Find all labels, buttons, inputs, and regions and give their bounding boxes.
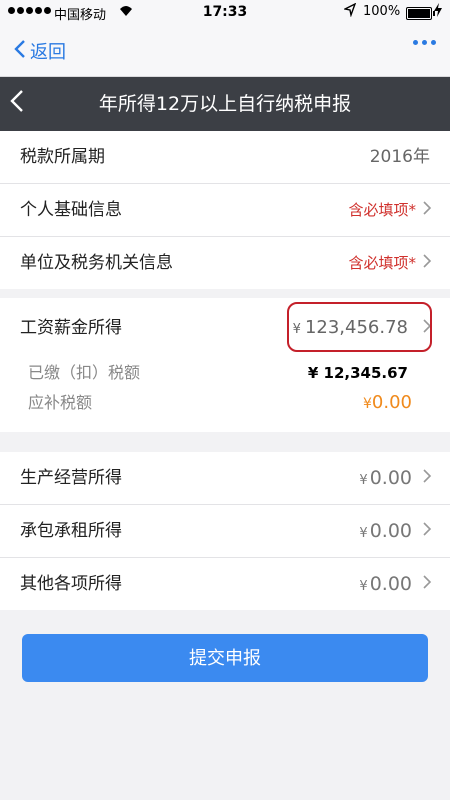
currency-symbol: ¥ (363, 396, 372, 412)
submit-declaration-button[interactable]: 提交申报 (22, 634, 428, 682)
chevron-left-icon (14, 39, 26, 63)
dot-icon (413, 40, 418, 45)
dot-icon (422, 40, 427, 45)
battery-icon (406, 7, 435, 20)
business-income-row[interactable]: 生产经营所得 ¥0.00 (0, 452, 450, 505)
tax-period-row[interactable]: 税款所属期 2016年 (0, 131, 450, 184)
row-label: 已缴（扣）税额 (28, 363, 141, 382)
highlight-annotation (287, 302, 432, 352)
row-label: 其他各项所得 (20, 574, 122, 594)
declaration-info-group: 税款所属期 2016年 个人基础信息 含必填项* 单位及税务机关信息 含必填项* (0, 131, 450, 289)
salary-income-group: 工资薪金所得 ¥123,456.78 已缴（扣）税额 ¥ 12,345.67 应… (0, 298, 450, 432)
chevron-right-icon (423, 452, 432, 504)
required-badge: 含必填项* (348, 201, 416, 219)
other-income-group: 生产经营所得 ¥0.00 承包承租所得 ¥0.00 其他各项所得 ¥0.00 (0, 452, 450, 610)
status-bar: 中国移动 17:33 100% (0, 0, 450, 26)
income-amount-value: 0.00 (369, 573, 412, 595)
tax-paid-row: 已缴（扣）税额 ¥ 12,345.67 (0, 358, 450, 388)
required-badge: 含必填项* (348, 254, 416, 272)
header-back-icon[interactable] (10, 89, 24, 118)
salary-income-row[interactable]: 工资薪金所得 ¥123,456.78 (0, 298, 450, 358)
row-label: 个人基础信息 (20, 200, 122, 220)
income-amount-value: 0.00 (369, 520, 412, 542)
chevron-right-icon (423, 505, 432, 557)
tax-due-amount: ¥0.00 (363, 388, 412, 419)
row-label: 税款所属期 (20, 147, 105, 167)
currency-symbol: ¥ (359, 473, 368, 488)
tax-due-row: 应补税额 ¥0.00 (0, 388, 450, 432)
currency-symbol: ¥ (359, 579, 368, 594)
dot-icon (431, 40, 436, 45)
tax-due-value: 0.00 (371, 392, 412, 413)
row-label: 承包承租所得 (20, 521, 122, 541)
chevron-right-icon (423, 558, 432, 610)
charging-icon (434, 3, 442, 21)
other-income-row[interactable]: 其他各项所得 ¥0.00 (0, 558, 450, 610)
chevron-right-icon (423, 237, 432, 289)
row-label: 应补税额 (28, 393, 93, 412)
tax-period-value: 2016年 (369, 147, 430, 167)
location-icon (342, 2, 357, 21)
currency-symbol: ¥ (359, 526, 368, 541)
personal-info-row[interactable]: 个人基础信息 含必填项* (0, 184, 450, 237)
row-label: 工资薪金所得 (20, 318, 122, 338)
tax-paid-amount: ¥ 12,345.67 (307, 364, 408, 382)
back-button[interactable]: 返回 (14, 38, 66, 64)
navigation-bar: 返回 (0, 26, 450, 77)
chevron-right-icon (423, 184, 432, 236)
income-amount-value: 0.00 (369, 467, 412, 489)
employer-tax-office-row[interactable]: 单位及税务机关信息 含必填项* (0, 237, 450, 289)
income-amount: ¥0.00 (359, 558, 412, 613)
income-amount: ¥0.00 (359, 452, 412, 507)
page-header: 年所得12万以上自行纳税申报 (0, 77, 450, 131)
page-title: 年所得12万以上自行纳税申报 (98, 93, 352, 115)
contract-lease-income-row[interactable]: 承包承租所得 ¥0.00 (0, 505, 450, 558)
income-amount: ¥0.00 (359, 505, 412, 560)
row-label: 单位及税务机关信息 (20, 253, 173, 273)
battery-percentage: 100% (363, 4, 401, 19)
back-button-label: 返回 (30, 42, 66, 63)
row-label: 生产经营所得 (20, 468, 122, 488)
more-options-button[interactable] (413, 40, 436, 45)
